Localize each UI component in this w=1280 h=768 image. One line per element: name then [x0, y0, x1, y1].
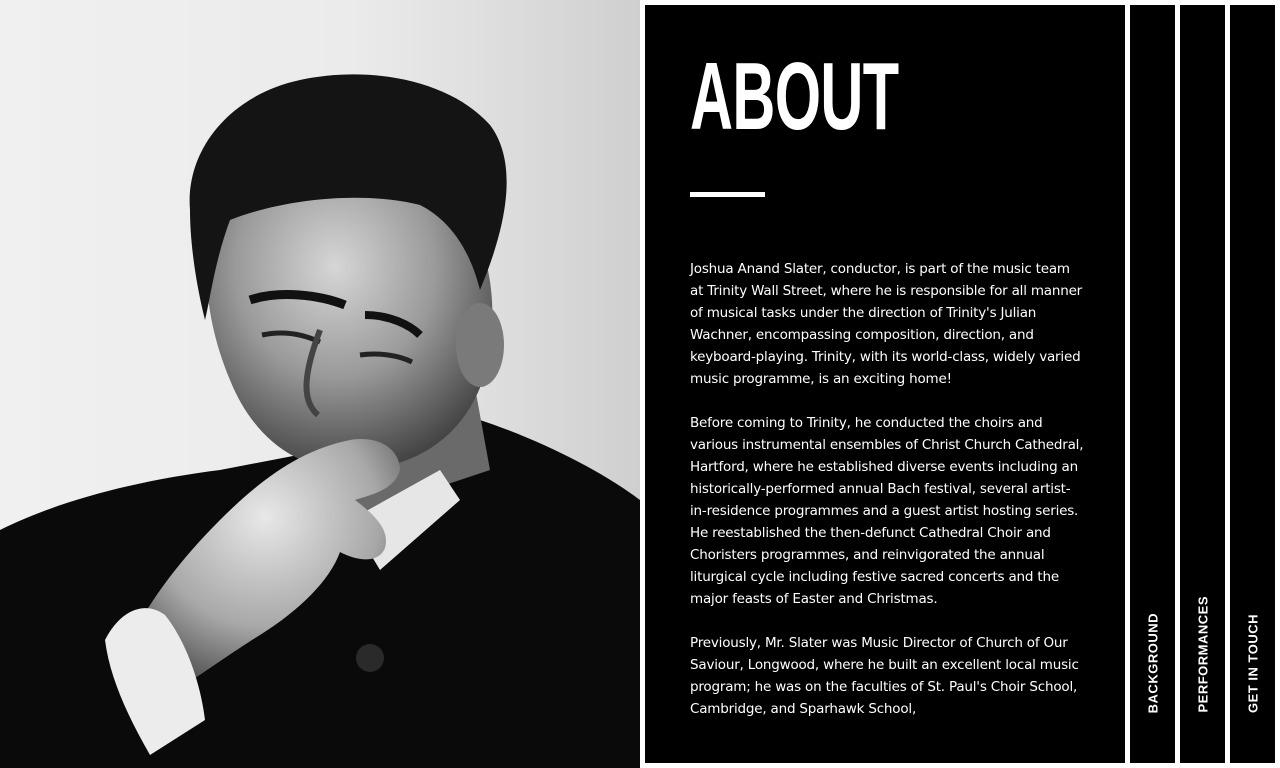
title-divider: [690, 192, 765, 197]
portrait-illustration: [0, 74, 640, 768]
about-paragraph: Before coming to Trinity, he conducted t…: [690, 415, 1084, 607]
about-paragraph: Joshua Anand Slater, conductor, is part …: [690, 261, 1083, 387]
tab-label: PERFORMANCES: [1195, 596, 1210, 713]
page-title: ABOUT: [690, 43, 899, 150]
about-text: Joshua Anand Slater, conductor, is part …: [690, 258, 1085, 742]
portrait-photo: [0, 0, 640, 768]
tab-label: GET IN TOUCH: [1245, 614, 1260, 713]
about-paragraph: Previously, Mr. Slater was Music Directo…: [690, 635, 1079, 717]
tab-performances[interactable]: PERFORMANCES: [1180, 5, 1225, 763]
about-panel: ABOUT Joshua Anand Slater, conductor, is…: [645, 5, 1125, 763]
tab-get-in-touch[interactable]: GET IN TOUCH: [1230, 5, 1275, 763]
tab-background[interactable]: BACKGROUND: [1130, 5, 1175, 763]
tab-label: BACKGROUND: [1145, 612, 1160, 713]
